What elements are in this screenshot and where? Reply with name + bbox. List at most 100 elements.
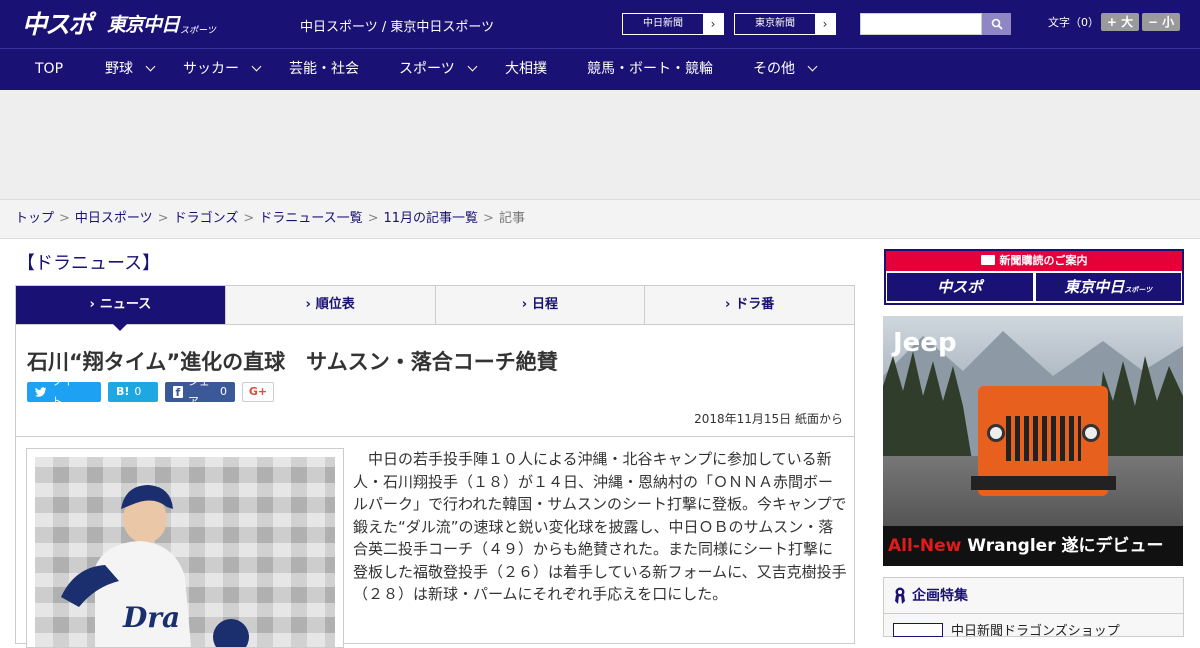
facebook-share-count: 0: [220, 385, 227, 398]
chevron-right-icon: ›: [521, 297, 528, 312]
breadcrumb-link[interactable]: 中日スポーツ: [75, 211, 153, 226]
nav-item-sumo[interactable]: 大相撲: [505, 49, 547, 90]
tokyo-shimbun-link[interactable]: 東京新聞 ›: [734, 13, 836, 35]
chunichi-shimbun-link[interactable]: 中日新聞 ›: [622, 13, 724, 35]
hatena-count: 0: [134, 385, 142, 398]
breadcrumb-link[interactable]: ドラゴンズ: [174, 211, 239, 226]
nav-item-sports[interactable]: スポーツ: [399, 49, 478, 90]
tab-news[interactable]: › ニュース: [16, 286, 226, 331]
headlight-icon: [1082, 424, 1100, 442]
subscribe-chuspo-logo[interactable]: 中スポ: [887, 273, 1033, 301]
ad-caption-highlight: All-New: [888, 536, 962, 556]
ad-caption-text: Wrangler 遂にデビュー: [961, 536, 1164, 556]
subscription-heading-text: 新聞購読のご案内: [999, 254, 1088, 267]
breadcrumb-separator: >: [243, 211, 255, 226]
chevron-down-icon: [251, 61, 262, 72]
chevron-down-icon: [467, 61, 478, 72]
chevron-right-icon: ›: [703, 14, 723, 34]
logo-chuspo: 中スポ: [22, 10, 93, 39]
breadcrumb-current: 記事: [498, 211, 525, 226]
jeep-advertisement[interactable]: Jeep All-New Wrangler 遂にデビュー: [883, 316, 1183, 566]
nav-label: 芸能・社会: [289, 61, 359, 77]
font-size-down-button[interactable]: − 小: [1142, 13, 1180, 31]
site-logo[interactable]: 中スポ 東京中日 スポーツ: [22, 6, 216, 40]
subscription-logos: 中スポ 東京中日スポーツ: [886, 271, 1182, 303]
jeep-bumper: [971, 476, 1116, 490]
article-photo[interactable]: Dra: [35, 457, 335, 647]
section-title: 【ドラニュース】: [17, 253, 161, 274]
tab-label: ドラ番: [735, 297, 775, 312]
tokyo-shimbun-label: 東京新聞: [755, 18, 795, 29]
twitter-icon: [35, 387, 47, 397]
hatena-icon: B!: [116, 385, 130, 398]
nav-item-soccer[interactable]: サッカー: [183, 49, 262, 90]
pitcher-figure: Dra: [61, 485, 249, 647]
facebook-icon: f: [173, 386, 183, 399]
tab-doraban[interactable]: › ドラ番: [645, 286, 854, 324]
hatena-bookmark-button[interactable]: B! 0: [108, 382, 158, 402]
breadcrumb-link[interactable]: ドラニュース一覧: [259, 211, 362, 226]
chevron-right-icon: ›: [305, 297, 311, 312]
subscription-banner[interactable]: 新聞購読のご案内 中スポ 東京中日スポーツ: [884, 249, 1184, 305]
breadcrumb-separator: >: [59, 211, 70, 226]
chevron-right-icon: ›: [724, 297, 731, 312]
tweet-label: ツイート: [51, 375, 85, 408]
breadcrumb-link[interactable]: 11月の記事一覧: [384, 211, 479, 226]
banner-ad-area: [0, 90, 1200, 200]
font-size-up-button[interactable]: + 大: [1101, 13, 1139, 31]
top-header: 中スポ 東京中日 スポーツ 中日スポーツ / 東京中日スポーツ 中日新聞 › 東…: [0, 0, 1200, 48]
article: 石川“翔タイム”進化の直球 サムスン・落合コーチ絶賛 ツイート B! 0 f シ…: [15, 324, 855, 648]
tweet-button[interactable]: ツイート: [27, 375, 101, 408]
headlight-icon: [987, 424, 1005, 442]
google-plus-icon: G+: [248, 385, 268, 398]
news-tabs: › ニュース › 順位表 › 日程 › ドラ番: [15, 285, 855, 331]
breadcrumb-separator: >: [483, 211, 494, 226]
subscribe-tokyo-chunichi-logo[interactable]: 東京中日スポーツ: [1035, 273, 1181, 301]
feature-heading: 企画特集: [884, 578, 1183, 614]
facebook-share-label: シェア: [187, 375, 210, 408]
svg-text:Dra: Dra: [122, 601, 180, 634]
feature-box: 企画特集 中日新聞ドラゴンズショップ: [883, 577, 1184, 639]
share-buttons: ツイート B! 0 f シェア 0 G+: [27, 375, 274, 408]
font-size-label: 文字（0）: [1048, 16, 1099, 29]
nav-label: その他: [753, 61, 795, 77]
search-input[interactable]: [860, 13, 982, 35]
search-button[interactable]: [982, 13, 1011, 35]
site-name: 中日スポーツ / 東京中日スポーツ: [300, 20, 495, 35]
nav-item-baseball[interactable]: 野球: [105, 49, 156, 90]
breadcrumb-link[interactable]: トップ: [15, 211, 54, 226]
tab-label: 順位表: [315, 297, 355, 312]
main-nav: TOP 野球 サッカー 芸能・社会 スポーツ 大相撲 競馬・ボート・競輪 その他: [0, 48, 1200, 90]
article-dateline: 2018年11月15日 紙面から: [694, 412, 843, 426]
article-headline: 石川“翔タイム”進化の直球 サムスン・落合コーチ絶賛: [27, 350, 558, 374]
newspaper-icon: [980, 255, 995, 265]
chevron-right-icon: ›: [89, 297, 95, 312]
chevron-down-icon: [807, 61, 818, 72]
nav-label: 競馬・ボート・競輪: [587, 61, 713, 77]
nav-item-racing[interactable]: 競馬・ボート・競輪: [587, 49, 713, 90]
nav-label: スポーツ: [399, 61, 455, 77]
tab-schedule[interactable]: › 日程: [436, 286, 646, 324]
tab-label: 日程: [532, 297, 559, 312]
nav-item-entertainment[interactable]: 芸能・社会: [289, 49, 359, 90]
logo-sports-small: スポーツ: [180, 25, 216, 36]
tab-label: ニュース: [99, 297, 152, 312]
article-photo-frame: Dra: [26, 448, 344, 648]
facebook-share-button[interactable]: f シェア 0: [165, 375, 235, 408]
breadcrumb: トップ > 中日スポーツ > ドラゴンズ > ドラニュース一覧 >11月の記事一覧 > 記事: [0, 200, 1200, 239]
tab-standings[interactable]: › 順位表: [226, 286, 436, 324]
jeep-grille: [1006, 416, 1081, 461]
nav-label: サッカー: [183, 61, 239, 77]
nav-item-other[interactable]: その他: [753, 49, 818, 90]
subscribe-sports-small: スポーツ: [1124, 286, 1153, 294]
nav-label: 大相撲: [505, 61, 547, 77]
divider: [16, 436, 854, 437]
google-plus-button[interactable]: G+: [242, 382, 274, 402]
chevron-right-icon: ›: [815, 14, 835, 34]
nav-item-top[interactable]: TOP: [35, 49, 63, 90]
ribbon-icon: [895, 587, 905, 604]
breadcrumb-separator: >: [367, 211, 379, 226]
jeep-ad-caption: All-New Wrangler 遂にデビュー: [883, 526, 1183, 566]
search-icon: [991, 18, 1003, 30]
chevron-down-icon: [145, 61, 156, 72]
